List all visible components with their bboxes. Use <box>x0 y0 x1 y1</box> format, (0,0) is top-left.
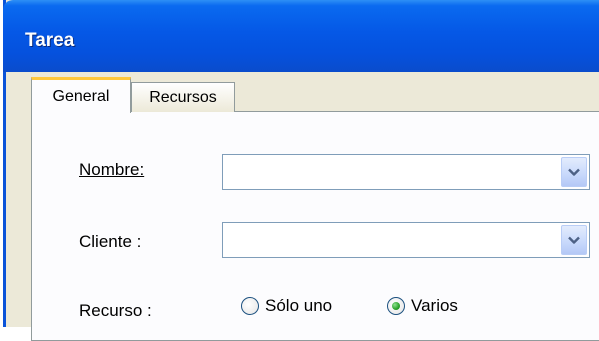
radio-solo-uno-label: Sólo uno <box>265 296 333 315</box>
radio-dot-icon <box>392 302 400 310</box>
radio-varios-circle[interactable] <box>387 297 405 315</box>
dialog-window: Tarea General Recursos Nombre: Cliente : <box>3 0 599 341</box>
chevron-down-icon <box>568 236 580 244</box>
tab-strip: General Recursos <box>6 72 599 113</box>
title-bar[interactable]: Tarea <box>3 0 599 72</box>
tab-recursos-label: Recursos <box>149 88 217 106</box>
chevron-down-icon <box>568 168 580 176</box>
recurso-label: Recurso : <box>79 301 152 320</box>
tab-general-label: General <box>52 87 110 105</box>
nombre-dropdown-button[interactable] <box>561 157 587 187</box>
radio-varios-label: Varios <box>411 296 458 315</box>
tab-general[interactable]: General <box>31 77 131 113</box>
window-title: Tarea <box>25 30 75 51</box>
radio-solo-uno[interactable]: Sólo uno <box>241 296 332 316</box>
tab-panel-general: Nombre: Cliente : Recurso : Sólo uno Var… <box>31 111 599 341</box>
cliente-dropdown-button[interactable] <box>561 225 587 255</box>
nombre-combobox[interactable] <box>222 154 590 190</box>
cliente-combobox[interactable] <box>222 222 590 258</box>
radio-solo-uno-circle[interactable] <box>241 297 259 315</box>
nombre-label: Nombre: <box>79 160 144 180</box>
radio-varios[interactable]: Varios <box>387 296 458 316</box>
tab-recursos[interactable]: Recursos <box>131 82 235 112</box>
nombre-label-text: Nombre: <box>79 160 145 179</box>
cliente-label: Cliente : <box>79 232 142 251</box>
